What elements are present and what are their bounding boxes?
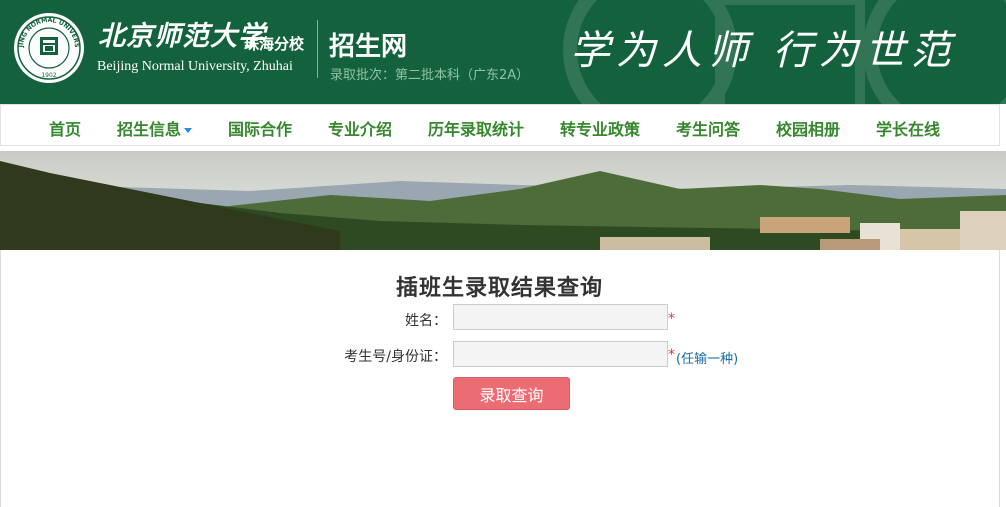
nav-gallery[interactable]: 校园相册 — [776, 116, 840, 140]
nav-international[interactable]: 国际合作 — [228, 116, 292, 140]
header-divider — [317, 20, 318, 78]
nav-majors[interactable]: 专业介绍 — [328, 116, 392, 140]
name-required-mark: * — [668, 311, 675, 327]
site-header: BEIJING NORMAL UNIVERSITY 1902 北京师范大学 珠海… — [0, 0, 1006, 104]
site-title: 招生网 — [329, 32, 408, 62]
page-title: 插班生录取结果查询 — [396, 276, 604, 301]
university-name-en: Beijing Normal University, Zhuhai — [97, 59, 293, 74]
nav-faq[interactable]: 考生问答 — [676, 116, 740, 140]
query-button[interactable]: 录取查询 — [453, 377, 570, 410]
nav-seniors-online[interactable]: 学长在线 — [876, 116, 940, 140]
nav-transfer-policy[interactable]: 转专业政策 — [560, 116, 640, 140]
university-emblem: BEIJING NORMAL UNIVERSITY 1902 — [12, 11, 84, 83]
campus-banner — [0, 151, 1006, 250]
university-motto: 学为人师 行为世范 — [570, 28, 957, 74]
campus-name-cn: 珠海分校 — [244, 35, 305, 53]
name-label: 姓名： — [405, 313, 447, 329]
nav-admission-info-label: 招生信息 — [117, 120, 182, 139]
id-label: 考生号/身份证： — [344, 349, 447, 365]
main-nav: 首页 招生信息 国际合作 专业介绍 历年录取统计 转专业政策 考生问答 校园相册… — [0, 104, 1000, 146]
campus-landscape-image — [0, 151, 1006, 250]
admission-batch: 录取批次：第二批本科（广东2A） — [330, 68, 530, 83]
nav-admission-info[interactable]: 招生信息 — [117, 116, 193, 140]
caret-down-icon — [184, 128, 193, 133]
name-input[interactable] — [453, 304, 668, 330]
university-name-cn: 北京师范大学 — [98, 21, 266, 52]
nav-home[interactable]: 首页 — [49, 116, 81, 140]
id-input[interactable] — [453, 341, 668, 367]
emblem-year: 1902 — [41, 72, 56, 79]
id-input-hint: (任输一种) — [676, 352, 739, 367]
nav-admission-stats[interactable]: 历年录取统计 — [428, 116, 524, 140]
id-required-mark: * — [668, 347, 675, 363]
